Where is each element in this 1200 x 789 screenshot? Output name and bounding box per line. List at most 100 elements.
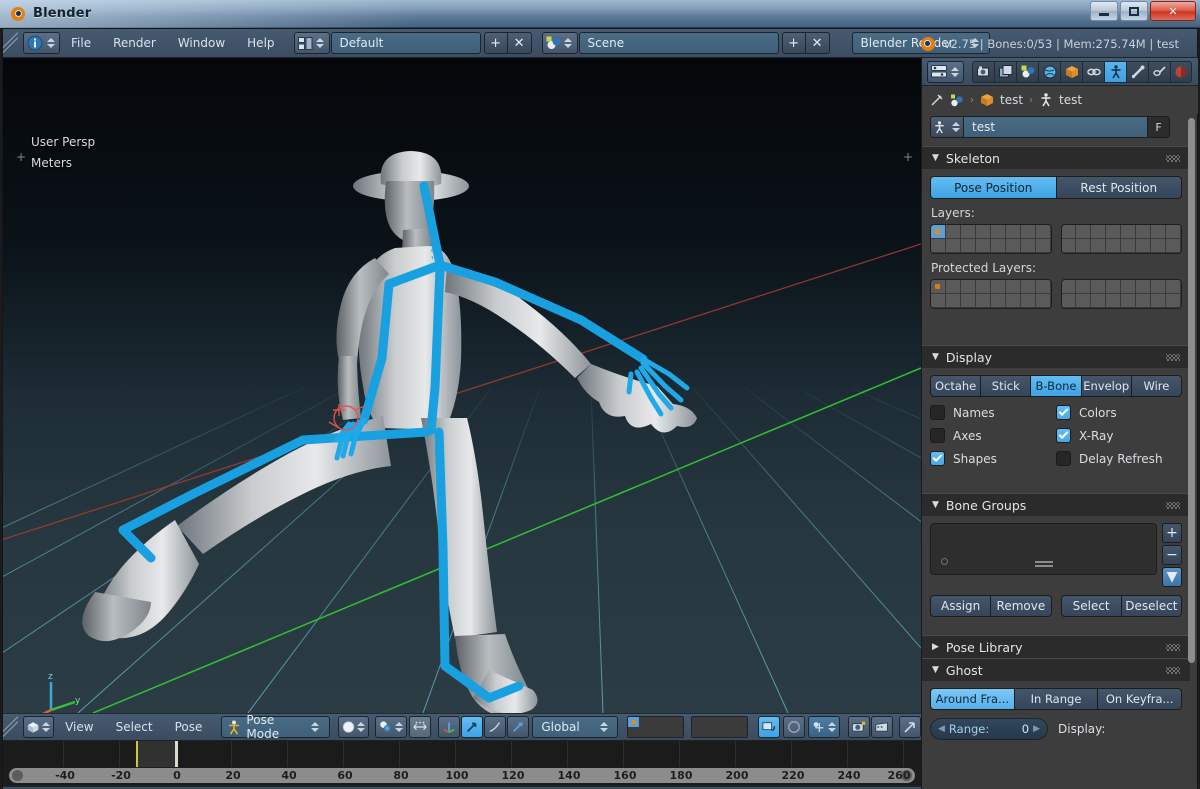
xray-checkbox[interactable]: [1056, 428, 1071, 443]
menu-window[interactable]: Window: [167, 32, 236, 54]
layer-cell[interactable]: [1076, 239, 1091, 253]
minimize-button[interactable]: [1090, 1, 1118, 21]
layer-cell[interactable]: [1121, 239, 1136, 253]
screen-layout-field[interactable]: Default: [331, 32, 481, 54]
deselect-button[interactable]: Deselect: [1122, 595, 1182, 617]
pivot-spinner[interactable]: [394, 718, 403, 736]
editor-type-3dview-button[interactable]: [23, 716, 54, 738]
layer-cell[interactable]: [1062, 239, 1077, 253]
layer-cell[interactable]: [961, 225, 976, 239]
menu-render[interactable]: Render: [102, 32, 167, 54]
armature-tab[interactable]: [1104, 61, 1126, 83]
manipulator-toggle-button[interactable]: [409, 716, 431, 738]
armature-breadcrumb-icon[interactable]: [1039, 93, 1053, 107]
scene-add-button[interactable]: +: [782, 32, 806, 54]
layers-group-2[interactable]: [1061, 224, 1183, 254]
bone-tab[interactable]: [1126, 61, 1148, 83]
pivot-point-button[interactable]: [375, 716, 407, 738]
proportional-edit-button[interactable]: [783, 716, 805, 738]
axes-checkbox[interactable]: [930, 428, 945, 443]
editor-type-info-button[interactable]: [23, 32, 60, 54]
layer-cell[interactable]: [931, 225, 946, 239]
layer-cell[interactable]: [1006, 225, 1021, 239]
layer-cell[interactable]: [1062, 225, 1077, 239]
skeleton-panel-header[interactable]: ▼ Skeleton: [922, 146, 1190, 169]
layer-cell[interactable]: [1151, 225, 1166, 239]
names-checkbox[interactable]: [930, 405, 945, 420]
remove-bone-group-button[interactable]: −: [1162, 545, 1182, 565]
properties-editor-spinner[interactable]: [949, 63, 960, 81]
protected-cell[interactable]: [1121, 280, 1136, 294]
editor-type-spinner[interactable]: [45, 34, 56, 52]
menu-help[interactable]: Help: [236, 32, 285, 54]
protected-cell[interactable]: [1021, 280, 1036, 294]
viewport-menu-view[interactable]: View: [54, 716, 104, 738]
mode-select[interactable]: Pose Mode: [221, 716, 329, 738]
protected-cell[interactable]: [1036, 280, 1051, 294]
protected-cell[interactable]: [991, 294, 1006, 308]
display-type-envelope[interactable]: Envelop: [1082, 375, 1132, 397]
protected-cell[interactable]: [1166, 294, 1181, 308]
viewport-properties-handle[interactable]: +: [903, 150, 913, 164]
screen-add-button[interactable]: +: [484, 32, 508, 54]
3dview-editor-spinner[interactable]: [41, 718, 50, 736]
screen-layout-browse-button[interactable]: [294, 32, 330, 54]
protected-cell[interactable]: [1091, 280, 1106, 294]
render-preview-button[interactable]: [848, 716, 870, 738]
render-animation-button[interactable]: [871, 716, 893, 738]
protected-cell[interactable]: [946, 280, 961, 294]
layer-cell[interactable]: [961, 239, 976, 253]
armature-name-input[interactable]: test: [964, 116, 1148, 138]
layer-cell[interactable]: [1106, 239, 1121, 253]
scene-delete-button[interactable]: ✕: [806, 32, 830, 54]
menu-file[interactable]: File: [60, 32, 102, 54]
protected-cell[interactable]: [1106, 280, 1121, 294]
ghost-around-frame-button[interactable]: Around Fra...: [930, 688, 1015, 710]
layer-cell[interactable]: [1021, 239, 1036, 253]
colors-checkbox[interactable]: [1056, 405, 1071, 420]
layer-cell[interactable]: [991, 225, 1006, 239]
assign-button[interactable]: Assign: [930, 595, 991, 617]
panel-drag-dots[interactable]: [1166, 502, 1180, 509]
protected-cell[interactable]: [976, 280, 991, 294]
protected-cell[interactable]: [1151, 294, 1166, 308]
timeline-scroll-knob-left[interactable]: [12, 770, 23, 781]
protected-cell[interactable]: [946, 294, 961, 308]
material-tab[interactable]: [1170, 61, 1192, 83]
object-tab[interactable]: [1060, 61, 1082, 83]
protected-cell[interactable]: [1062, 294, 1077, 308]
layer-cell[interactable]: [1076, 225, 1091, 239]
rotate-manipulator-button[interactable]: [461, 716, 483, 738]
layer-cell[interactable]: [976, 239, 991, 253]
datablock-spinner[interactable]: [950, 118, 961, 136]
colors-checkbox-row[interactable]: Colors: [1056, 405, 1182, 420]
mode-spinner[interactable]: [310, 718, 321, 736]
layer-cell[interactable]: [976, 225, 991, 239]
timeline-scrollbar[interactable]: -40 -20 0 20 40 60 80 100 120 140 160 18…: [9, 768, 915, 783]
layer-cell[interactable]: [946, 225, 961, 239]
ghost-on-keyframes-button[interactable]: On Keyfra...: [1098, 688, 1182, 710]
scene-tab[interactable]: [1016, 61, 1038, 83]
scene-spinner[interactable]: [563, 34, 574, 52]
protected-cell[interactable]: [976, 294, 991, 308]
editor-type-properties-button[interactable]: [927, 61, 964, 83]
protected-cell[interactable]: [1076, 294, 1091, 308]
rest-position-button[interactable]: Rest Position: [1057, 176, 1183, 199]
pin-icon[interactable]: [930, 93, 944, 107]
layer-cell[interactable]: [1151, 239, 1166, 253]
transform-orientation-select[interactable]: Global: [532, 716, 618, 738]
viewport-menu-pose[interactable]: Pose: [164, 716, 214, 738]
layer-cell[interactable]: [1121, 225, 1136, 239]
timeline-ruler[interactable]: [3, 741, 921, 767]
protected-cell[interactable]: [1091, 294, 1106, 308]
snap-spinner[interactable]: [827, 718, 836, 736]
display-type-bbone[interactable]: B-Bone: [1031, 375, 1081, 397]
display-type-wire[interactable]: Wire: [1132, 375, 1182, 397]
delay-refresh-checkbox-row[interactable]: Delay Refresh: [1056, 451, 1182, 466]
scene-name-field[interactable]: Scene: [579, 32, 779, 54]
display-type-stick[interactable]: Stick: [981, 375, 1031, 397]
world-tab[interactable]: [1038, 61, 1060, 83]
scene-browse-button[interactable]: [542, 32, 578, 54]
bone-groups-list[interactable]: [930, 523, 1157, 575]
display-type-octahedral[interactable]: Octahe: [930, 375, 981, 397]
